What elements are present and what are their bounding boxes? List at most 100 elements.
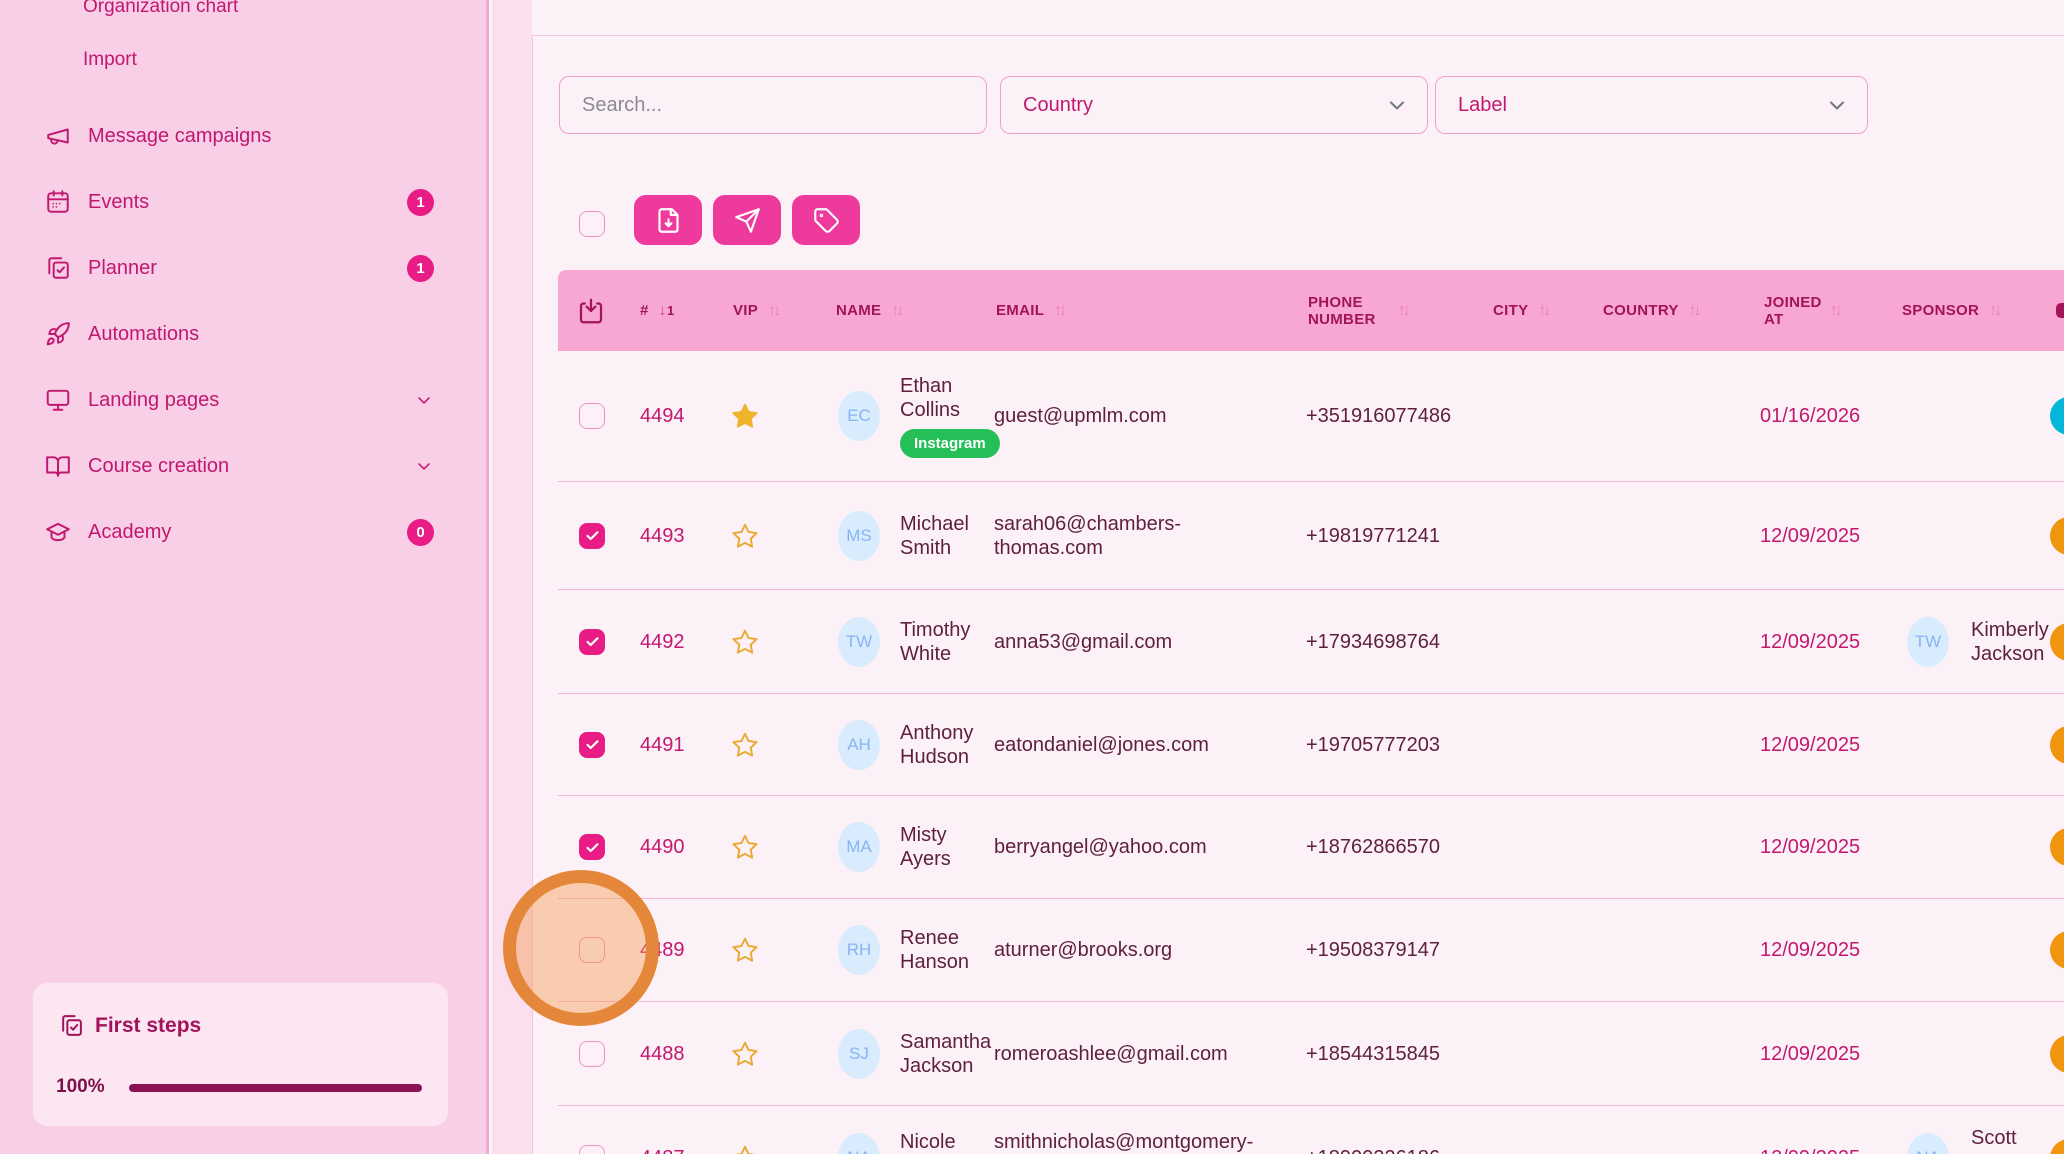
row-checkbox[interactable] [579,732,605,758]
events-count-badge: 1 [407,189,434,216]
column-header-joined-at[interactable]: JOINED AT↑↓ [1764,270,1840,351]
vip-star-icon[interactable] [730,627,760,657]
book-open-icon [45,453,71,479]
vip-star-icon[interactable] [730,521,760,551]
status-dot [2050,1035,2064,1073]
table-row: 4492 TW Timothy White anna53@gmail.com +… [558,590,2064,694]
sidebar-item-landing-pages[interactable]: Landing pages [0,378,486,422]
row-checkbox[interactable] [579,1145,605,1154]
column-header-phone[interactable]: PHONE NUMBER↑↓ [1308,270,1408,351]
sidebar-item-import[interactable]: Import [83,49,137,71]
contact-name: Samantha Jackson [900,1030,1000,1078]
vip-star-icon[interactable] [730,401,760,431]
contact-name: Nicole [900,1130,1000,1154]
joined-date-link[interactable]: 12/09/2025 [1760,835,1860,859]
send-icon [734,207,761,234]
status-dot [2050,397,2064,435]
sort-icon: ↑↓ [1398,302,1408,320]
vip-star-icon[interactable] [730,730,760,760]
sort-icon: ↑↓ [1989,302,1999,320]
sidebar-item-label: Automations [88,323,434,346]
sidebar-item-automations[interactable]: Automations [0,312,486,356]
row-id-link[interactable]: 4490 [640,835,685,859]
joined-date-link[interactable]: 12/09/2025 [1760,733,1860,757]
sidebar-item-organization-chart[interactable]: Organization chart [83,0,238,18]
row-id-link[interactable]: 4492 [640,630,685,654]
send-message-button[interactable] [713,195,781,245]
file-download-icon [655,207,682,234]
export-button[interactable] [634,195,702,245]
column-header-id[interactable]: # ↓1 [640,270,675,351]
joined-date-link[interactable]: 12/09/2025 [1760,1146,1860,1154]
contact-email: berryangel@yahoo.com [994,835,1259,859]
row-checkbox[interactable] [579,523,605,549]
sidebar-item-academy[interactable]: Academy 0 [0,510,486,554]
joined-date-link[interactable]: 12/09/2025 [1760,630,1860,654]
row-id-link[interactable]: 4487 [640,1146,685,1154]
table-row: 4490 MA Misty Ayers berryangel@yahoo.com… [558,796,2064,899]
sidebar-item-message-campaigns[interactable]: Message campaigns [0,114,486,158]
column-header-sponsor[interactable]: SPONSOR↑↓ [1902,270,1999,351]
contact-email: aturner@brooks.org [994,938,1259,962]
joined-date-link[interactable]: 12/09/2025 [1760,938,1860,962]
sponsor-avatar: TW [1907,617,1949,667]
column-header-vip[interactable]: VIP↑↓ [733,270,778,351]
vip-star-icon[interactable] [730,1143,760,1154]
sort-icon: ↑↓ [891,302,901,320]
avatar: AH [838,720,880,770]
vip-star-icon[interactable] [730,935,760,965]
avatar: NA [838,1133,880,1154]
academy-count-badge: 0 [407,519,434,546]
joined-date-link[interactable]: 12/09/2025 [1760,1042,1860,1066]
planner-count-badge: 1 [407,255,434,282]
sort-order-number: 1 [667,303,675,318]
joined-date-link[interactable]: 01/16/2026 [1760,404,1860,428]
row-id-link[interactable]: 4491 [640,733,685,757]
chevron-down-icon [414,456,434,476]
row-id-link[interactable]: 4488 [640,1042,685,1066]
column-header-city[interactable]: CITY↑↓ [1493,270,1548,351]
row-checkbox[interactable] [579,1041,605,1067]
contact-name: Michael Smith [900,512,1000,560]
vip-star-icon[interactable] [730,1039,760,1069]
table-row: 4491 AH Anthony Hudson eatondaniel@jones… [558,694,2064,796]
sidebar-item-planner[interactable]: Planner 1 [0,246,486,290]
sidebar-item-course-creation[interactable]: Course creation [0,444,486,488]
monitor-icon [45,387,71,413]
status-dot [2050,517,2064,555]
column-header-email[interactable]: EMAIL↑↓ [996,270,1064,351]
country-filter-select[interactable]: Country [1000,76,1428,134]
contact-phone: +18900226186 [1306,1146,1481,1154]
export-column-icon[interactable] [576,270,606,351]
row-checkbox[interactable] [579,403,605,429]
select-all-checkbox[interactable] [579,211,605,237]
row-checkbox[interactable] [579,629,605,655]
row-id-link[interactable]: 4489 [640,938,685,962]
first-steps-progress-track [129,1084,422,1092]
label-badge: Instagram [900,429,1000,458]
table-row: 4494 EC Ethan Collins Instagram guest@up… [558,351,2064,482]
first-steps-card[interactable]: First steps 100% [32,982,449,1127]
search-input[interactable] [559,76,987,134]
label-filter-select[interactable]: Label [1435,76,1868,134]
sidebar-item-label: Academy [88,521,407,544]
status-dot [2050,931,2064,969]
tag-button[interactable] [792,195,860,245]
contact-email: guest@upmlm.com [994,404,1259,428]
joined-date-link[interactable]: 12/09/2025 [1760,524,1860,548]
vip-star-icon[interactable] [730,832,760,862]
sidebar: Organization chart Import Message campai… [0,0,489,1154]
sidebar-item-events[interactable]: Events 1 [0,180,486,224]
contact-name: Timothy White [900,618,1000,666]
row-checkbox[interactable] [579,937,605,963]
avatar: EC [838,391,880,441]
row-checkbox[interactable] [579,834,605,860]
sort-icon: ↑↓ [1689,302,1699,320]
table-row: 4493 MS Michael Smith sarah06@chambers-t… [558,482,2064,590]
row-id-link[interactable]: 4494 [640,404,685,428]
column-header-name[interactable]: NAME↑↓ [836,270,901,351]
avatar: TW [838,617,880,667]
column-header-country[interactable]: COUNTRY↑↓ [1603,270,1699,351]
clipboard-check-icon [45,255,71,281]
row-id-link[interactable]: 4493 [640,524,685,548]
